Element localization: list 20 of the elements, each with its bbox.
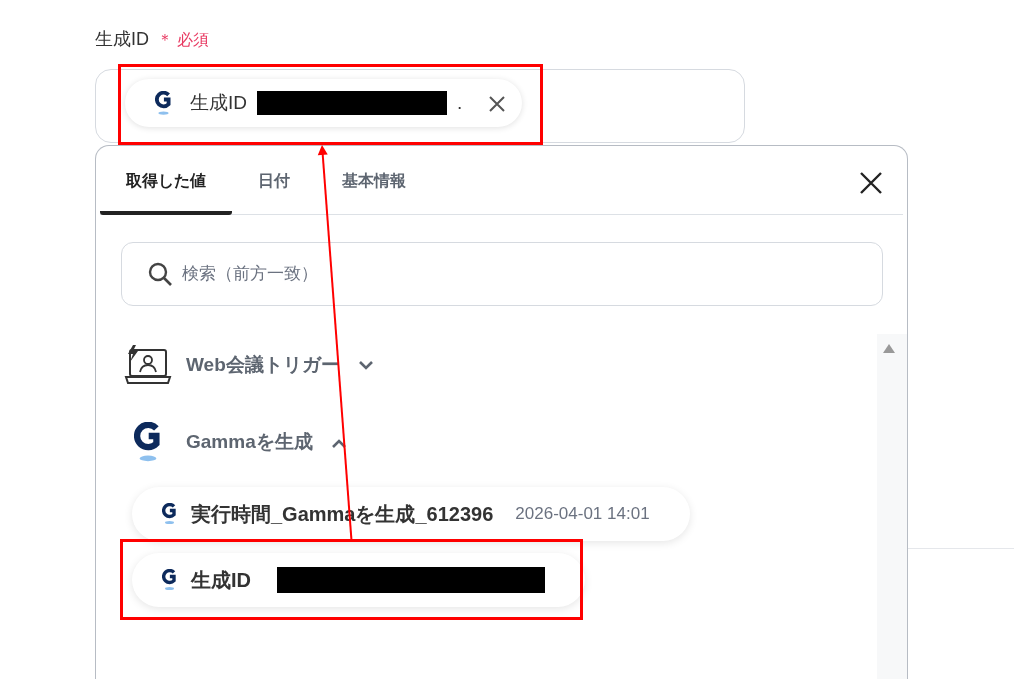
required-label: ＊ 必須 (157, 31, 210, 48)
tab[interactable]: 日付 (232, 169, 316, 215)
field-label: 生成ID (95, 29, 149, 49)
tab[interactable]: 基本情報 (316, 169, 432, 215)
g-logo-icon (162, 502, 177, 525)
laptop-person-icon (124, 344, 172, 386)
group-label: Gammaを生成 (186, 430, 313, 455)
g-logo-icon (134, 422, 162, 463)
item-label: 生成ID (191, 567, 251, 593)
value-item[interactable]: 生成ID (132, 552, 585, 607)
item-timestamp: 2026-04-01 14:01 (515, 502, 650, 525)
g-logo-icon (155, 90, 172, 116)
chip-label: 生成ID (190, 90, 247, 115)
search-field[interactable]: 検索（前方一致） (121, 242, 883, 306)
scrollbar[interactable] (877, 334, 907, 679)
scroll-up-icon[interactable] (883, 344, 895, 353)
value-chip[interactable]: 生成ID . (125, 79, 523, 127)
tab[interactable]: 取得した値 (100, 169, 232, 215)
g-logo-icon (162, 568, 177, 591)
chip-ellipsis: . (457, 90, 463, 115)
